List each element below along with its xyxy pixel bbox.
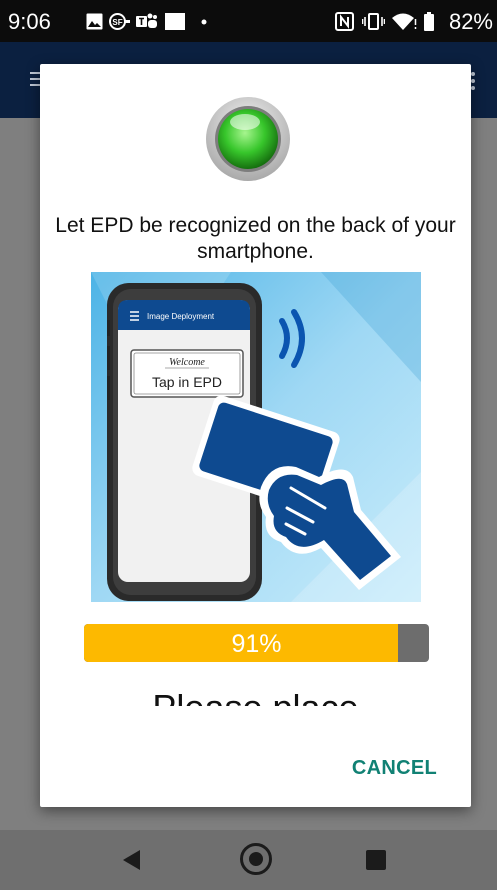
more-options-icon[interactable]: [471, 72, 475, 93]
home-button[interactable]: [240, 843, 272, 875]
cancel-button[interactable]: CANCEL: [352, 757, 437, 780]
dot-icon: [201, 19, 207, 25]
image-icon: [86, 13, 103, 30]
status-led-icon: [206, 97, 290, 181]
sf-app-icon: SF: [109, 13, 130, 30]
status-bar: 9:06 SF 82%: [0, 0, 497, 42]
battery-percent: 82%: [448, 9, 493, 34]
illustration-app-title: Image Deployment: [147, 312, 215, 321]
tap-epd-illustration: Image Deployment Welcome Tap in EPD: [91, 272, 421, 602]
tap-epd-dialog: Let EPD be recognized on the back of you…: [40, 64, 471, 807]
svg-text:SF: SF: [112, 18, 122, 27]
illustration-welcome-text: Welcome: [169, 357, 205, 368]
instruction-text: Let EPD be recognized on the back of you…: [55, 214, 456, 263]
nfc-icon: [335, 12, 354, 31]
illustration-tap-text: Tap in EPD: [152, 374, 222, 390]
progress-bar: 91%: [84, 624, 429, 662]
partial-message-clip: Please place: [40, 684, 471, 706]
wifi-icon: [392, 13, 417, 30]
teams-icon: [136, 13, 157, 28]
status-time: 9:06: [8, 9, 51, 34]
progress-label: 91%: [231, 630, 282, 658]
vibrate-icon: [362, 13, 385, 30]
recents-button[interactable]: [366, 850, 386, 870]
battery-icon: [424, 12, 434, 31]
partial-message-text: Please place: [40, 687, 471, 706]
back-button[interactable]: [123, 850, 140, 870]
square-notification-icon: [165, 13, 185, 30]
navigation-bar: [0, 830, 497, 890]
